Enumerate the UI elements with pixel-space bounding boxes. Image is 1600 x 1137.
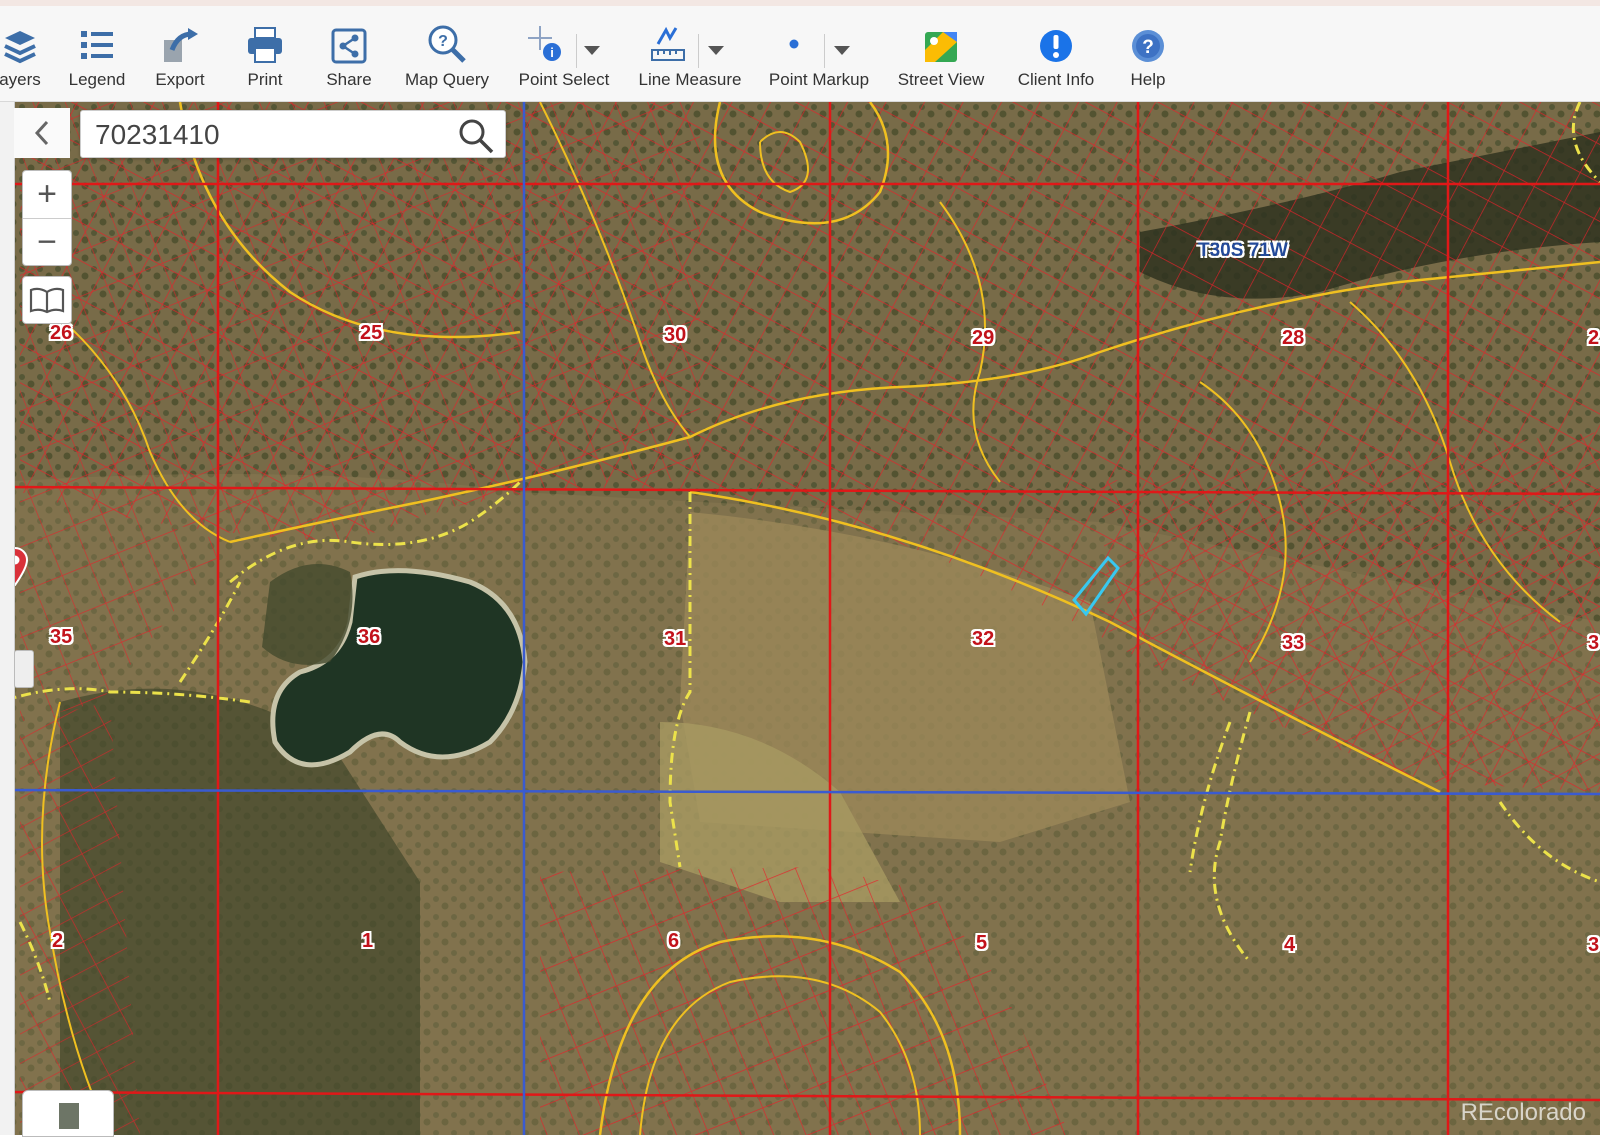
client-info-button[interactable]: Client Info	[1012, 20, 1100, 90]
section-label-2: 2	[52, 930, 64, 952]
point-markup-label: Point Markup	[768, 70, 870, 89]
export-icon	[164, 28, 198, 62]
client-info-label: Client Info	[1017, 70, 1095, 89]
section-label-33: 33	[1282, 632, 1305, 654]
section-label-28: 28	[1282, 327, 1305, 349]
point-select-label: Point Select	[518, 70, 610, 89]
panel-resize-handle[interactable]	[14, 650, 34, 688]
section-label-5: 5	[976, 932, 988, 954]
share-button[interactable]: Share	[316, 20, 382, 90]
section-label-25: 25	[360, 322, 383, 344]
print-label: Print	[247, 70, 283, 89]
section-label-6: 6	[668, 930, 680, 952]
print-button[interactable]: Print	[236, 20, 294, 90]
parcel-search-box	[80, 110, 506, 158]
point-select-button[interactable]: i Point Select	[516, 20, 612, 90]
street-view-label: Street View	[897, 70, 985, 89]
legend-icon	[81, 31, 113, 59]
section-label-30: 30	[664, 324, 687, 346]
point-markup-icon	[789, 39, 799, 49]
overview-thumbnail	[59, 1103, 79, 1129]
legend-button[interactable]: Legend	[62, 20, 132, 90]
layers-button[interactable]: ayers	[0, 20, 42, 90]
legend-label: Legend	[68, 70, 126, 89]
street-view-button[interactable]: Street View	[892, 20, 990, 90]
section-label-34-edge: 3	[1588, 632, 1600, 654]
open-book-icon	[29, 287, 65, 314]
print-icon	[248, 27, 282, 63]
map-toolbar: ayers Legend Export Print Share ? Map Qu…	[0, 0, 1600, 102]
map-query-button[interactable]: ? Map Query	[402, 20, 492, 90]
section-label-4: 4	[1284, 934, 1296, 956]
svg-text:?: ?	[438, 33, 448, 50]
zoom-in-button[interactable]: +	[23, 171, 71, 219]
svg-text:?: ?	[1142, 37, 1154, 58]
search-input[interactable]	[93, 117, 437, 153]
section-label-1: 1	[362, 930, 374, 952]
township-range-label: T30S 71W	[1198, 240, 1288, 261]
line-measure-button[interactable]: Line Measure	[636, 20, 744, 90]
parcel-map[interactable]: 26 25 30 29 28 2 35 36 31 32 33 3 2 1 6 …	[0, 102, 1600, 1135]
section-label-31: 31	[664, 628, 687, 650]
bookmarks-button[interactable]	[22, 276, 72, 324]
client-info-icon	[1040, 30, 1072, 62]
share-icon	[331, 28, 367, 64]
side-panel-strip	[0, 102, 15, 1135]
point-select-dropdown[interactable]	[584, 46, 600, 55]
section-label-26: 26	[50, 322, 73, 344]
point-select-icon: i	[528, 26, 561, 61]
satellite-basemap	[0, 102, 1600, 1135]
chevron-left-icon	[34, 120, 49, 146]
export-button[interactable]: Export	[148, 20, 212, 90]
section-label-3-edge: 3	[1588, 934, 1600, 956]
point-markup-dropdown[interactable]	[834, 46, 850, 55]
section-label-32: 32	[972, 628, 995, 650]
section-label-36: 36	[358, 626, 381, 648]
line-measure-label: Line Measure	[638, 70, 742, 89]
zoom-control: + −	[22, 170, 72, 266]
layers-label: ayers	[0, 70, 41, 89]
street-view-icon	[925, 32, 957, 62]
help-button[interactable]: ? Help	[1122, 20, 1174, 90]
line-measure-dropdown[interactable]	[708, 46, 724, 55]
section-label-29: 29	[972, 327, 995, 349]
help-label: Help	[1130, 70, 1166, 89]
point-markup-button[interactable]: Point Markup	[764, 20, 874, 90]
section-label-27-edge: 2	[1588, 327, 1600, 349]
collapse-panel-button[interactable]	[14, 108, 70, 158]
watermark: REcolorado	[1460, 1099, 1586, 1126]
share-label: Share	[326, 70, 372, 89]
export-label: Export	[155, 70, 205, 89]
zoom-out-button[interactable]: −	[23, 219, 71, 266]
search-icon[interactable]	[457, 117, 495, 155]
overview-map-toggle[interactable]	[22, 1090, 114, 1137]
layers-icon	[4, 31, 36, 64]
svg-text:i: i	[550, 45, 554, 60]
help-icon: ?	[1132, 30, 1164, 62]
section-label-35: 35	[50, 626, 73, 648]
map-query-icon: ?	[428, 25, 466, 63]
line-measure-icon	[651, 26, 685, 61]
map-query-label: Map Query	[404, 70, 490, 89]
